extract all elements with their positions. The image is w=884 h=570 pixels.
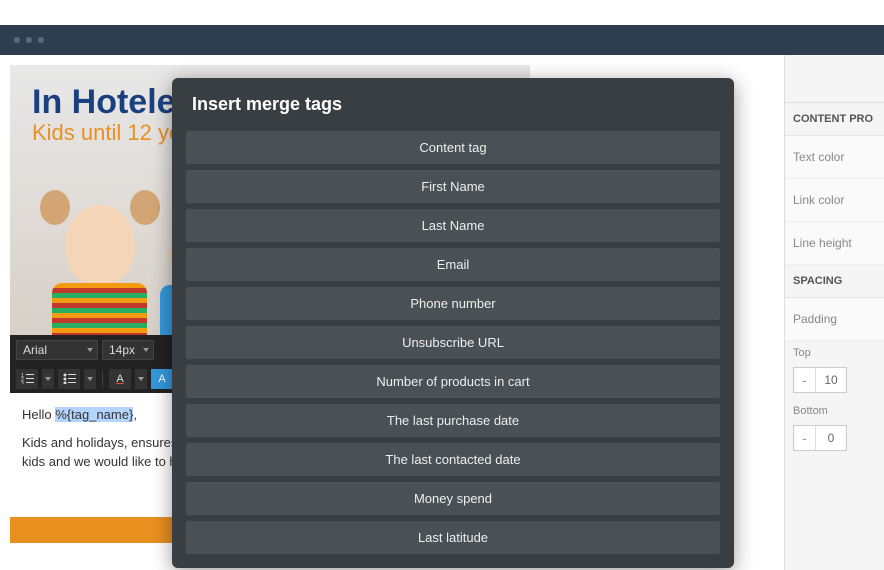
text-color-dropdown[interactable] (135, 369, 147, 389)
chevron-down-icon (87, 348, 93, 352)
padding-bottom-stepper[interactable]: - 0 (793, 425, 847, 451)
label-bottom: Bottom (785, 399, 884, 419)
decrement-button[interactable]: - (794, 426, 816, 450)
chevron-down-icon (138, 377, 144, 381)
merge-tag-option[interactable]: Phone number (186, 287, 720, 320)
ordered-list-icon: 123 (21, 373, 34, 384)
merge-tag-option[interactable]: The last contacted date (186, 443, 720, 476)
body-line-1: Kids and holidays, ensures (22, 435, 177, 450)
merge-tag-option[interactable]: Last latitude (186, 521, 720, 554)
prop-text-color[interactable]: Text color (785, 136, 884, 179)
window-control-dot (38, 37, 44, 43)
unordered-list-dropdown[interactable] (84, 369, 96, 389)
font-family-value: Arial (23, 343, 47, 357)
font-size-value: 14px (109, 343, 135, 357)
toolbar-divider (102, 371, 103, 387)
chevron-down-icon (143, 348, 149, 352)
chevron-down-icon (45, 377, 51, 381)
prop-link-color[interactable]: Link color (785, 179, 884, 222)
body-line-2: kids and we would like to he (22, 454, 184, 469)
chevron-down-icon (87, 377, 93, 381)
text-color-button[interactable]: A (109, 369, 131, 389)
padding-top-stepper[interactable]: - 10 (793, 367, 847, 393)
label-top: Top (785, 341, 884, 361)
prop-line-height[interactable]: Line height (785, 222, 884, 265)
modal-title: Insert merge tags (186, 78, 720, 131)
merge-tag-option[interactable]: Content tag (186, 131, 720, 164)
window-top (0, 0, 884, 25)
merge-tag-option[interactable]: Number of products in cart (186, 365, 720, 398)
greeting-prefix: Hello (22, 407, 55, 422)
font-family-select[interactable]: Arial (16, 340, 98, 360)
padding-bottom-value: 0 (816, 431, 846, 445)
merge-tag-option[interactable]: The last purchase date (186, 404, 720, 437)
properties-sidebar: CONTENT PRO Text color Link color Line h… (784, 55, 884, 570)
merge-tag-option[interactable]: Email (186, 248, 720, 281)
merge-tag-option[interactable]: Unsubscribe URL (186, 326, 720, 359)
highlight-icon: A (158, 373, 165, 385)
svg-text:3: 3 (21, 381, 24, 384)
hero-child-1 (30, 175, 170, 335)
ordered-list-dropdown[interactable] (42, 369, 54, 389)
window-control-dot (14, 37, 20, 43)
section-content-properties: CONTENT PRO (785, 103, 884, 136)
modal-tag-list: Content tag First Name Last Name Email P… (186, 131, 720, 554)
prop-padding[interactable]: Padding (785, 298, 884, 341)
greeting-suffix: , (133, 407, 137, 422)
merge-tag-placeholder: %{tag_name} (55, 407, 133, 422)
insert-merge-tags-modal: Insert merge tags Content tag First Name… (172, 78, 734, 568)
ordered-list-button[interactable]: 123 (16, 369, 38, 389)
text-color-icon: A (116, 373, 123, 385)
titlebar (0, 25, 884, 55)
padding-top-value: 10 (816, 373, 846, 387)
font-size-select[interactable]: 14px (102, 340, 154, 360)
sidebar-header-spacer (785, 55, 884, 103)
merge-tag-option[interactable]: First Name (186, 170, 720, 203)
unordered-list-icon (63, 373, 76, 384)
merge-tag-option[interactable]: Last Name (186, 209, 720, 242)
unordered-list-button[interactable] (58, 369, 80, 389)
highlight-color-button[interactable]: A (151, 369, 173, 389)
window-control-dot (26, 37, 32, 43)
decrement-button[interactable]: - (794, 368, 816, 392)
merge-tag-option[interactable]: Money spend (186, 482, 720, 515)
section-spacing: SPACING (785, 265, 884, 298)
